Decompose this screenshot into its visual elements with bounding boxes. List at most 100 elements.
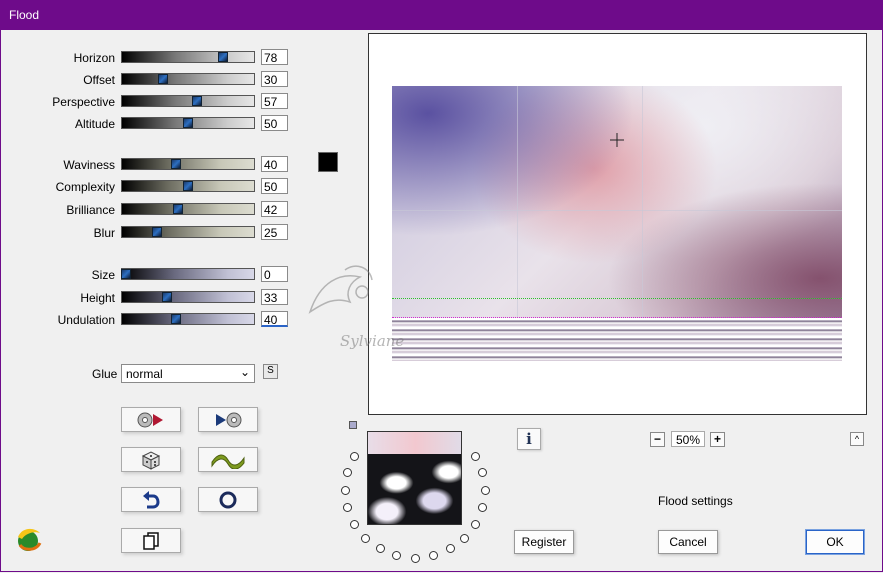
ring-dot[interactable]: [410, 553, 420, 563]
slider-value-input[interactable]: 25: [261, 224, 288, 240]
plugin-logo-icon: [18, 528, 42, 551]
slider-label: Waviness: [63, 158, 115, 172]
crosshair-icon[interactable]: [610, 133, 624, 147]
zoom-value: 50%: [671, 431, 705, 447]
slider-label: Complexity: [55, 180, 115, 194]
slider-row-brilliance: Brilliance 42: [0, 201, 300, 219]
reset-to-default-button[interactable]: [121, 407, 181, 432]
register-button[interactable]: Register: [514, 530, 574, 554]
ring-dot[interactable]: [445, 544, 455, 554]
ring-dot[interactable]: [349, 519, 359, 529]
ring-dot[interactable]: [361, 533, 370, 543]
ring-dot[interactable]: [471, 519, 481, 529]
slider-track-blur[interactable]: [121, 226, 255, 238]
slider-thumb[interactable]: [183, 118, 193, 128]
copy-button[interactable]: [121, 528, 181, 553]
cancel-button[interactable]: Cancel: [658, 530, 718, 554]
preview-image: [392, 86, 842, 361]
slider-value-input[interactable]: 33: [261, 289, 288, 305]
slider-label: Size: [91, 268, 115, 282]
slider-track-offset[interactable]: [121, 73, 255, 85]
slider-track-brilliance[interactable]: [121, 203, 255, 215]
slider-thumb[interactable]: [173, 204, 184, 214]
glue-value: normal: [126, 367, 163, 381]
slider-track-size[interactable]: [121, 268, 255, 280]
slider-thumb[interactable]: [152, 227, 162, 237]
zoom-in-button[interactable]: +: [710, 432, 725, 447]
ring-dot[interactable]: [428, 551, 438, 561]
navigator-corner-handle[interactable]: [349, 421, 357, 429]
slider-row-horizon: Horizon 78: [0, 49, 300, 67]
watermark-text: Sylviane: [340, 332, 405, 350]
slider-track-undulation[interactable]: [121, 313, 255, 325]
ring-dot[interactable]: [349, 451, 359, 461]
slider-thumb[interactable]: [191, 96, 202, 106]
randomize-button[interactable]: [121, 447, 181, 472]
slider-label: Perspective: [52, 95, 115, 109]
slider-track-waviness[interactable]: [121, 158, 255, 170]
apply-forward-button[interactable]: [198, 407, 258, 432]
glue-select[interactable]: normal ⌄: [121, 364, 255, 383]
ring-dot[interactable]: [342, 467, 352, 477]
wave-icon: [211, 454, 245, 469]
slider-row-height: Height 33: [0, 289, 300, 307]
wave-button[interactable]: [198, 447, 258, 472]
undo-button[interactable]: [121, 487, 181, 512]
slider-value-input[interactable]: 78: [261, 49, 288, 65]
collapse-up-button[interactable]: ^: [850, 432, 864, 446]
slider-value-input[interactable]: 30: [261, 71, 288, 87]
slider-label: Blur: [93, 226, 115, 240]
randomize-dice-icon: [141, 450, 161, 470]
slider-thumb[interactable]: [121, 269, 131, 279]
ring-button[interactable]: [198, 487, 258, 512]
slider-thumb[interactable]: [158, 74, 169, 84]
ring-dot[interactable]: [459, 533, 469, 543]
ring-icon: [219, 491, 237, 508]
slider-value-input[interactable]: 50: [261, 178, 288, 194]
ring-dot[interactable]: [340, 485, 350, 495]
slider-track-perspective[interactable]: [121, 95, 255, 107]
slider-thumb[interactable]: [170, 314, 181, 324]
slider-thumb[interactable]: [183, 181, 193, 191]
ring-dot[interactable]: [342, 503, 352, 513]
title-bar: Flood: [0, 0, 883, 30]
glue-s-button[interactable]: S: [263, 364, 278, 379]
slider-value-input[interactable]: 0: [261, 266, 288, 282]
info-button[interactable]: i: [517, 428, 541, 450]
horizon-guide-line[interactable]: [392, 298, 842, 299]
chevron-down-icon: ⌄: [239, 365, 250, 379]
undulation-guide-line[interactable]: [392, 317, 842, 318]
ring-dot[interactable]: [375, 544, 385, 554]
slider-thumb[interactable]: [161, 292, 172, 302]
chevron-up-icon: ^: [854, 434, 860, 444]
slider-row-altitude: Altitude 50: [0, 115, 300, 133]
zoom-out-button[interactable]: −: [650, 432, 665, 447]
ring-dot[interactable]: [478, 467, 488, 477]
slider-label: Offset: [83, 73, 115, 87]
slider-thumb[interactable]: [217, 52, 228, 62]
navigator-thumbnail[interactable]: [367, 431, 462, 525]
slider-value-input[interactable]: 40: [261, 156, 288, 172]
color-swatch[interactable]: [318, 152, 338, 172]
main-preview[interactable]: [368, 33, 867, 415]
undo-icon: [143, 490, 160, 508]
status-text: Flood settings: [658, 494, 733, 508]
slider-track-height[interactable]: [121, 291, 255, 303]
slider-row-undulation: Undulation 40: [0, 311, 300, 329]
slider-track-horizon[interactable]: [121, 51, 255, 63]
slider-value-input[interactable]: 40: [261, 311, 288, 327]
slider-value-input[interactable]: 42: [261, 201, 288, 217]
ring-dot[interactable]: [471, 451, 481, 461]
slider-row-blur: Blur 25: [0, 224, 300, 242]
slider-row-waviness: Waviness 40: [0, 156, 300, 174]
slider-label: Undulation: [57, 313, 115, 327]
floral-ornament-icon: [308, 265, 373, 314]
slider-label: Altitude: [74, 117, 115, 131]
slider-thumb[interactable]: [170, 159, 181, 169]
glue-label: Glue: [92, 367, 118, 381]
slider-value-input[interactable]: 57: [261, 93, 288, 109]
slider-label: Brilliance: [66, 203, 115, 217]
ok-button[interactable]: OK: [806, 530, 864, 554]
ring-dot[interactable]: [480, 485, 490, 495]
slider-value-input[interactable]: 50: [261, 115, 288, 131]
